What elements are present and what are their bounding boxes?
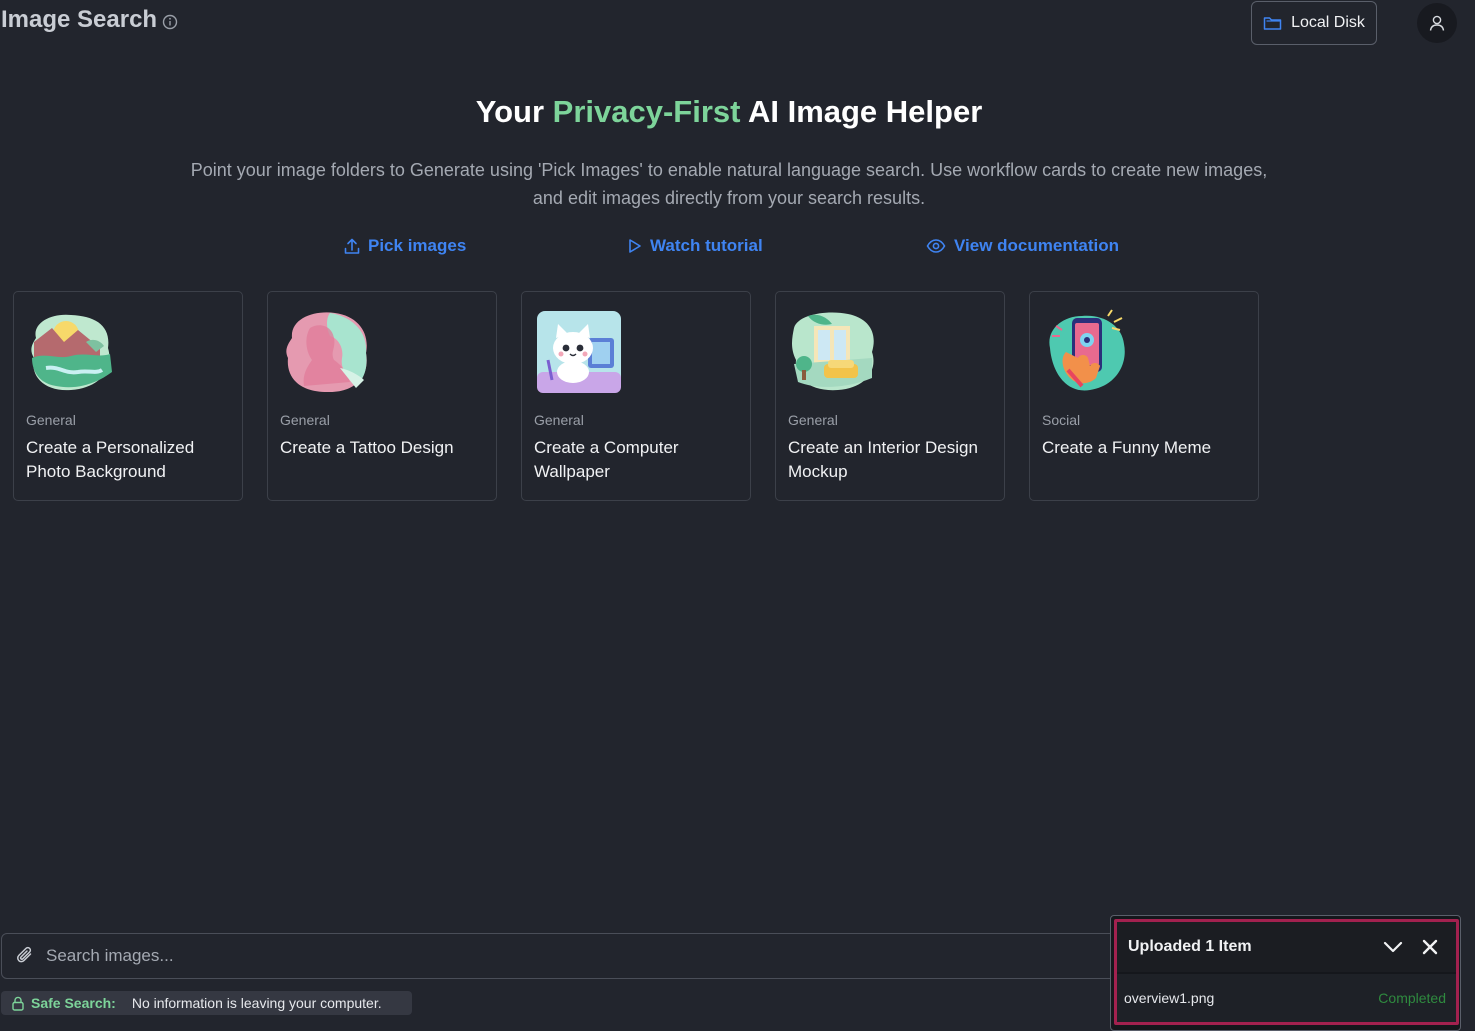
card-category: General	[26, 412, 76, 428]
card-title: Create a Computer Wallpaper	[534, 438, 679, 481]
app-title-text: Image Search	[1, 6, 158, 33]
pick-images-label: Pick images	[368, 236, 467, 255]
view-documentation-link[interactable]: View documentation	[926, 236, 1119, 256]
card-title: Create an Interior Design Mockup	[788, 438, 978, 481]
card-title: Create a Funny Meme	[1042, 438, 1212, 457]
hero-title-prefix: Your	[475, 94, 553, 129]
watch-tutorial-label: Watch tutorial	[650, 236, 763, 255]
hero-title-accent: Privacy-First	[552, 94, 741, 129]
search-input[interactable]	[46, 946, 1046, 966]
workflow-card-computer-wallpaper[interactable]: General Create a Computer Wallpaper	[521, 291, 751, 501]
workflow-card-interior-design[interactable]: General Create an Interior Design Mockup	[775, 291, 1005, 501]
phone-illustration	[1049, 309, 1125, 391]
user-avatar-button[interactable]	[1417, 3, 1457, 43]
watch-tutorial-link[interactable]: Watch tutorial	[627, 236, 763, 256]
search-bar	[1, 933, 1201, 979]
upload-icon	[344, 238, 360, 254]
pick-images-link[interactable]: Pick images	[344, 236, 466, 256]
card-category: General	[534, 412, 584, 428]
card-title: Create a Personalized Photo Background	[26, 438, 195, 481]
cat-illustration	[537, 311, 621, 393]
user-icon	[1429, 15, 1445, 31]
landscape-illustration	[31, 314, 112, 391]
local-disk-label: Local Disk	[1291, 14, 1365, 31]
info-circle-icon[interactable]	[162, 14, 178, 30]
paperclip-icon[interactable]	[16, 946, 36, 966]
app-title: Image Search	[1, 6, 178, 34]
safe-search-status: Safe Search: No information is leaving y…	[1, 991, 412, 1015]
workflow-card-funny-meme[interactable]: Social Create a Funny Meme	[1029, 291, 1259, 501]
safe-search-label: Safe Search:	[31, 995, 116, 1011]
workflow-card-tattoo-design[interactable]: General Create a Tattoo Design	[267, 291, 497, 501]
card-category: Social	[1042, 412, 1081, 428]
workflow-card-photo-background[interactable]: General Create a Personalized Photo Back…	[13, 291, 243, 501]
hero-description: Point your image folders to Generate usi…	[190, 160, 1268, 208]
view-documentation-label: View documentation	[954, 236, 1119, 255]
silhouette-illustration	[286, 312, 367, 393]
upload-panel-highlight	[1114, 919, 1459, 1025]
card-title: Create a Tattoo Design	[280, 438, 454, 457]
eye-icon	[926, 239, 946, 253]
folder-icon	[1263, 17, 1282, 30]
quick-links: Pick images Watch tutorial View document…	[0, 236, 1475, 260]
room-illustration	[792, 312, 874, 391]
lock-icon	[12, 996, 24, 1011]
safe-search-text: No information is leaving your computer.	[131, 995, 382, 1011]
card-category: General	[788, 412, 838, 428]
hero-title: Your Privacy-First AI Image Helper	[0, 94, 1458, 130]
card-category: General	[280, 412, 330, 428]
hero-title-suffix: AI Image Helper	[740, 94, 983, 129]
local-disk-button[interactable]: Local Disk	[1251, 1, 1377, 45]
play-icon	[629, 239, 641, 253]
